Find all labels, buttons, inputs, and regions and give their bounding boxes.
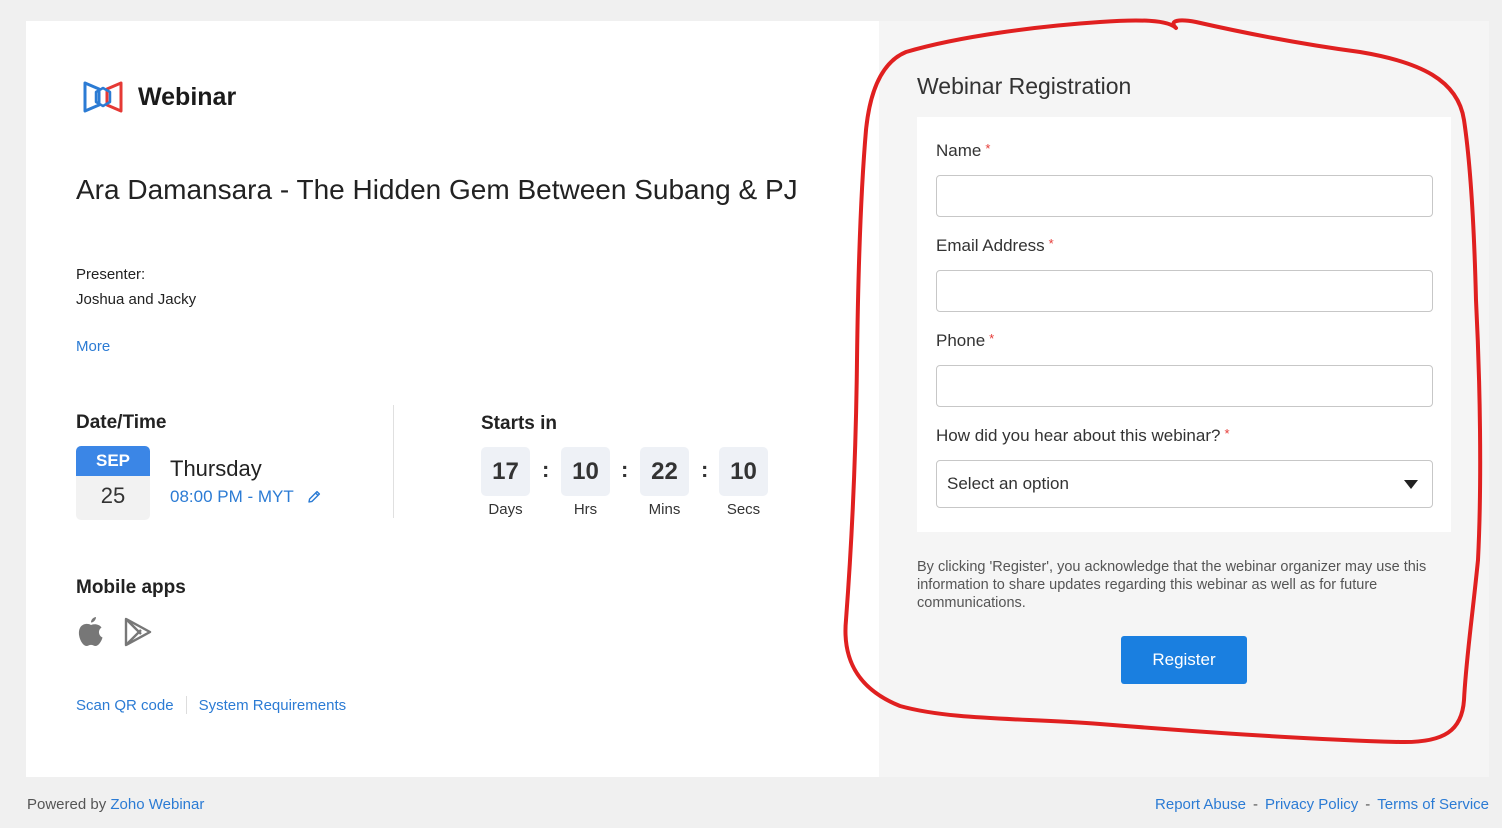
event-time: 08:00 PM - MYT [170, 487, 322, 507]
calendar-badge: SEP 25 [76, 446, 150, 520]
source-label-text: How did you hear about this webinar? [936, 426, 1221, 445]
event-info-panel: Webinar Ara Damansara - The Hidden Gem B… [26, 21, 879, 777]
event-time-text: 08:00 PM - MYT [170, 487, 294, 506]
consent-text: By clicking 'Register', you acknowledge … [917, 559, 1427, 611]
phone-label-text: Phone [936, 331, 986, 350]
brand: Webinar [82, 77, 236, 117]
email-label: Email Address * [936, 236, 1054, 256]
register-button[interactable]: Register [1121, 636, 1247, 684]
name-label: Name * [936, 141, 990, 161]
footer-separator: - [1252, 796, 1258, 813]
calendar-day: 25 [100, 483, 126, 508]
footer-links: Report Abuse - Privacy Policy - Terms of Ser… [1155, 796, 1489, 813]
caret-down-icon [1404, 479, 1418, 489]
source-select[interactable]: Select an option [936, 460, 1433, 508]
datetime-label: Date/Time [76, 412, 167, 433]
countdown-separator: : [701, 457, 709, 482]
footer-powered-by: Powered by Zoho Webinar [27, 796, 204, 813]
phone-label: Phone * [936, 331, 994, 351]
system-requirements-link[interactable]: System Requirements [199, 697, 347, 714]
google-play-icon[interactable] [124, 617, 152, 647]
registration-title: Webinar Registration [917, 73, 1132, 99]
powered-by-text: Powered by [27, 796, 107, 813]
countdown-seconds-label: Secs [726, 501, 761, 518]
mobile-apps-label: Mobile apps [76, 577, 186, 598]
name-input[interactable] [936, 175, 1433, 217]
countdown-separator: : [542, 457, 550, 482]
required-mark: * [1048, 236, 1054, 251]
calendar-month: SEP [76, 446, 150, 476]
countdown-minutes: 22 [640, 447, 689, 496]
bottom-links: Scan QR code System Requirements [76, 696, 346, 714]
countdown-days-label: Days [488, 501, 523, 518]
countdown-hours: 10 [561, 447, 610, 496]
email-input[interactable] [936, 270, 1433, 312]
name-label-text: Name [936, 141, 982, 160]
starts-in-label: Starts in [481, 413, 558, 434]
presenter-name: Joshua and Jacky [76, 291, 197, 308]
countdown-hours-label: Hrs [573, 501, 598, 518]
countdown-separator: : [621, 457, 629, 482]
edit-timezone-icon[interactable] [306, 489, 322, 505]
email-label-text: Email Address [936, 236, 1045, 255]
terms-of-service-link[interactable]: Terms of Service [1377, 796, 1489, 813]
countdown-minutes-label: Mins [648, 501, 681, 518]
main-card: Webinar Ara Damansara - The Hidden Gem B… [26, 21, 1489, 777]
presenter-label: Presenter: [76, 266, 146, 283]
registration-panel: Webinar Registration Name * Email Address… [879, 21, 1489, 777]
scan-qr-link[interactable]: Scan QR code [76, 697, 174, 714]
divider [393, 405, 394, 518]
privacy-policy-link[interactable]: Privacy Policy [1265, 796, 1358, 813]
zoho-webinar-link[interactable]: Zoho Webinar [110, 796, 204, 813]
more-link[interactable]: More [76, 338, 110, 355]
phone-input[interactable] [936, 365, 1433, 407]
countdown-days: 17 [481, 447, 530, 496]
source-label: How did you hear about this webinar? * [936, 426, 1230, 446]
event-weekday: Thursday [170, 456, 262, 481]
required-mark: * [989, 331, 995, 346]
source-select-value: Select an option [947, 474, 1069, 493]
webinar-logo-icon [83, 81, 123, 113]
event-title: Ara Damansara - The Hidden Gem Between S… [76, 174, 798, 205]
brand-name: Webinar [138, 82, 237, 111]
footer-separator: - [1365, 796, 1371, 813]
apple-icon[interactable] [76, 615, 106, 647]
required-mark: * [1224, 426, 1230, 441]
divider [185, 696, 187, 714]
report-abuse-link[interactable]: Report Abuse [1155, 796, 1246, 813]
required-mark: * [985, 141, 991, 156]
countdown-seconds: 10 [719, 447, 768, 496]
registration-form: Name * Email Address * Phone * How did you … [917, 117, 1451, 532]
